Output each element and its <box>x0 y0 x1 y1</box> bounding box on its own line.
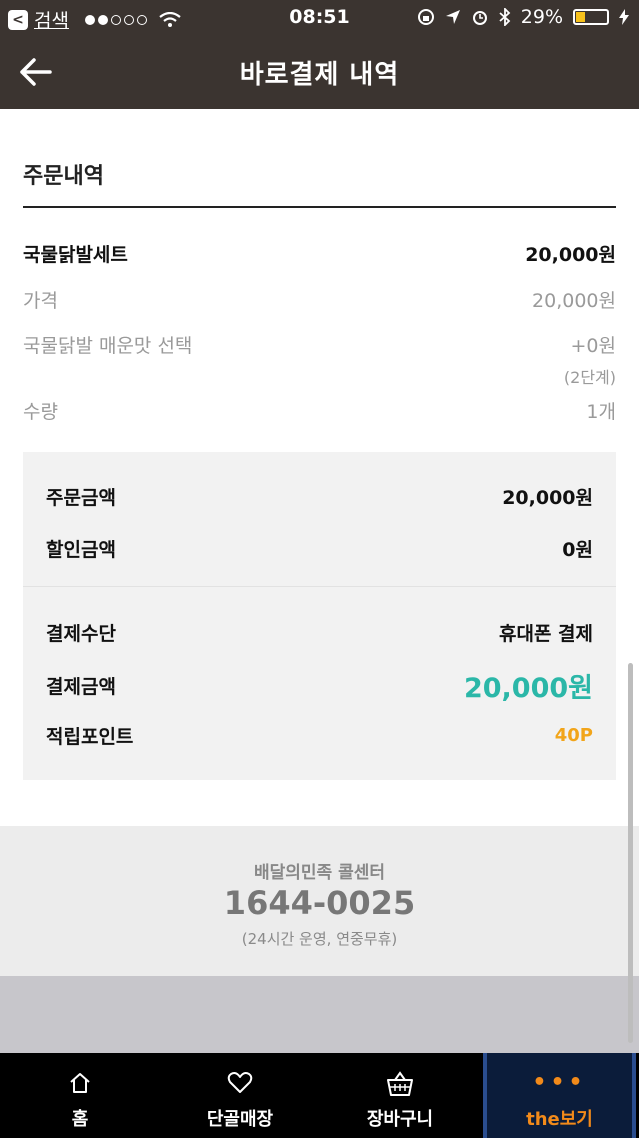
item-name: 국물닭발세트 <box>23 244 128 266</box>
call-center-title: 배달의민족 콜센터 <box>253 863 386 883</box>
home-icon <box>70 1073 90 1093</box>
price-row: 가격 20,000원 <box>23 286 616 313</box>
discount-label: 할인금액 <box>46 539 116 561</box>
tab-home[interactable]: 홈 <box>0 1053 160 1138</box>
basket-icon <box>387 1071 413 1096</box>
status-bar: < 검색 08:51 29% <box>0 0 639 36</box>
more-dots-icon: ••• <box>532 1070 587 1095</box>
item-total: 20,000원 <box>525 244 616 266</box>
price-label: 가격 <box>23 290 58 312</box>
section-title-order: 주문내역 <box>23 164 104 189</box>
tab-more[interactable]: ••• the보기 <box>483 1053 636 1138</box>
payment-amount-value: 20,000원 <box>463 673 593 704</box>
heart-icon <box>227 1072 253 1093</box>
option-label: 국물닭발 매운맛 선택 <box>23 335 193 357</box>
rotation-lock-icon <box>417 9 434 25</box>
page-bottom-filler <box>0 976 639 1053</box>
option-note: (2단계) <box>563 368 616 387</box>
tab-label: 장바구니 <box>366 1109 434 1130</box>
option-value: +0원 <box>570 335 617 357</box>
page-title: 바로결제 내역 <box>239 60 400 90</box>
discount-row: 할인금액 0원 <box>46 535 593 562</box>
scrollbar[interactable] <box>628 663 633 1043</box>
quantity-value: 1개 <box>586 401 616 423</box>
points-label: 적립포인트 <box>46 726 134 748</box>
location-arrow-icon <box>445 10 460 24</box>
call-center-panel: 배달의민족 콜센터 1644-0025 (24시간 운영, 연중무휴) <box>0 826 639 976</box>
charging-bolt-icon <box>619 9 629 25</box>
tab-label: the보기 <box>526 1109 593 1130</box>
app-header: 바로결제 내역 <box>0 36 639 109</box>
price-value: 20,000원 <box>532 290 616 312</box>
battery-icon <box>573 9 609 25</box>
order-amount-row: 주문금액 20,000원 <box>46 483 593 510</box>
battery-percent: 29% <box>520 6 563 28</box>
payment-amount-label: 결제금액 <box>46 676 116 698</box>
summary-divider <box>23 586 616 587</box>
tab-favorite-stores[interactable]: 단골매장 <box>160 1053 320 1138</box>
tab-cart[interactable]: 장바구니 <box>320 1053 480 1138</box>
payment-method-label: 결제수단 <box>46 623 116 645</box>
payment-method-value: 휴대폰 결제 <box>498 623 593 645</box>
bottom-tab-bar: 홈 단골매장 장바구니 ••• the보기 <box>0 1053 639 1138</box>
option-row: 국물닭발 매운맛 선택 +0원 (2단계) <box>23 331 616 388</box>
order-amount-label: 주문금액 <box>46 487 116 509</box>
alarm-icon <box>472 11 487 25</box>
tab-label: 단골매장 <box>206 1109 274 1130</box>
payment-method-row: 결제수단 휴대폰 결제 <box>46 619 593 646</box>
payment-summary-box: 주문금액 20,000원 할인금액 0원 결제수단 휴대폰 결제 결제금액 20… <box>23 452 616 780</box>
call-center-hours: (24시간 운영, 연중무휴) <box>241 930 398 948</box>
discount-value: 0원 <box>562 539 593 561</box>
order-item-row: 국물닭발세트 20,000원 <box>23 240 616 267</box>
points-row: 적립포인트 40P <box>46 722 593 749</box>
order-amount-value: 20,000원 <box>502 487 593 509</box>
quantity-label: 수량 <box>23 401 58 423</box>
section-divider <box>23 206 616 208</box>
tab-label: 홈 <box>71 1109 89 1130</box>
call-center-number[interactable]: 1644-0025 <box>0 884 639 922</box>
quantity-row: 수량 1개 <box>23 397 616 424</box>
bluetooth-icon <box>499 8 511 26</box>
payment-amount-row: 결제금액 20,000원 <box>46 666 593 705</box>
points-value: 40P <box>554 725 593 746</box>
